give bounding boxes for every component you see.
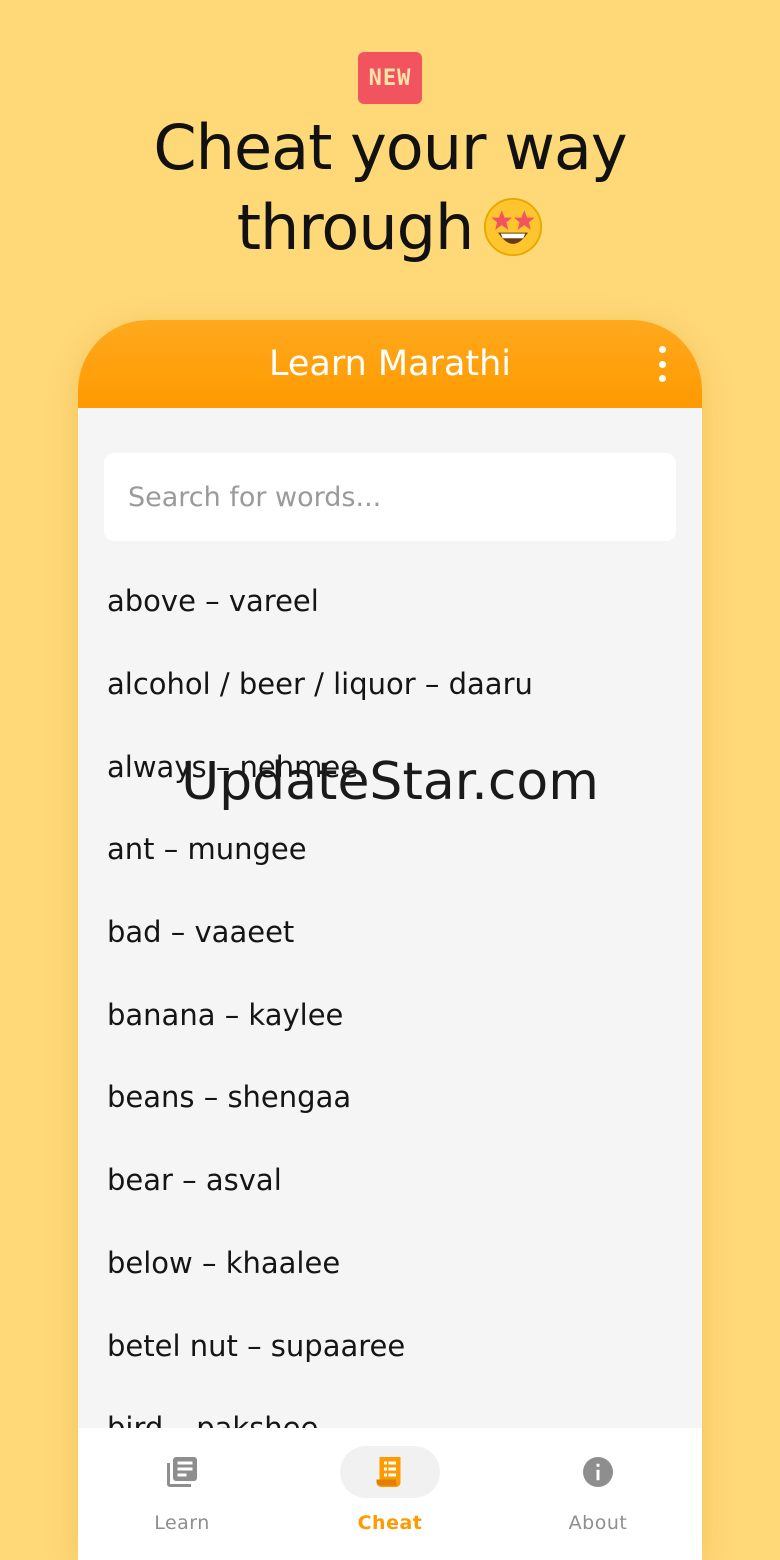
library-books-icon [167,1457,197,1487]
menu-dot [658,346,666,353]
list-item[interactable]: always – nehmee [107,725,677,808]
list-item[interactable]: below – khaalee [107,1222,677,1305]
menu-dot [658,375,666,382]
info-icon [583,1457,613,1487]
headline-line-2: through [0,188,780,268]
list-item[interactable]: bird – pakshee [107,1387,677,1428]
new-badge: NEW [358,52,422,104]
headline-line-2-text: through [236,191,475,264]
nav-about[interactable]: About [494,1428,702,1560]
word-list[interactable]: above – vareel alcohol / beer / liquor –… [107,560,677,1428]
nav-cheat-label: Cheat [357,1512,423,1534]
more-vert-icon[interactable] [652,346,672,382]
headline-line-1: Cheat your way [153,111,627,184]
cheat-sheet-icon [376,1457,401,1487]
list-item[interactable]: beans – shengaa [107,1056,677,1139]
nav-learn[interactable]: Learn [78,1428,286,1560]
star-struck-emoji-icon [484,197,543,257]
nav-about-label: About [568,1512,628,1534]
list-item[interactable]: above – vareel [107,560,677,643]
list-item[interactable]: alcohol / beer / liquor – daaru [107,643,677,726]
promo-screen: NEW Cheat your way through Learn Marathi… [0,0,780,1560]
list-item[interactable]: ant – mungee [107,808,677,891]
search-input[interactable] [104,453,676,541]
promo-headline: Cheat your way through [0,108,780,268]
app-bar: Learn Marathi [78,320,702,408]
nav-learn-label: Learn [154,1512,210,1534]
menu-dot [658,360,666,368]
bottom-navigation: Learn Cheat About [78,1428,702,1560]
nav-cheat[interactable]: Cheat [286,1428,494,1560]
list-item[interactable]: bear – asval [107,1139,677,1222]
list-item[interactable]: banana – kaylee [107,973,677,1056]
app-title: Learn Marathi [268,344,512,384]
list-item[interactable]: bad – vaaeet [107,891,677,974]
app-window: Learn Marathi above – vareel alcohol / b… [78,320,702,1560]
list-item[interactable]: betel nut – supaaree [107,1304,677,1387]
